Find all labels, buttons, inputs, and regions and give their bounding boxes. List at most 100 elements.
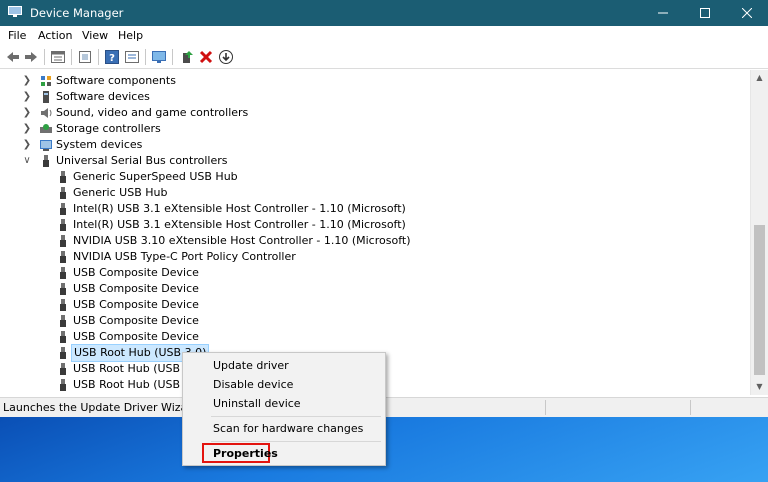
- update-driver-icon[interactable]: [179, 49, 195, 65]
- device-tree: ❯ Software components ❯ Software devices…: [0, 70, 750, 395]
- menu-action[interactable]: Action: [38, 29, 72, 42]
- status-divider: [545, 400, 546, 415]
- chevron-down-icon[interactable]: ∨: [22, 153, 32, 169]
- close-button[interactable]: [726, 0, 768, 26]
- tree-device-item[interactable]: Intel(R) USB 3.1 eXtensible Host Control…: [0, 201, 740, 217]
- minimize-button[interactable]: [642, 0, 684, 26]
- usb-device-icon: [60, 235, 66, 247]
- usb-device-icon: [60, 331, 66, 343]
- usb-device-icon: [60, 379, 66, 391]
- usb-device-icon: [60, 283, 66, 295]
- forward-arrow-icon[interactable]: [23, 49, 39, 65]
- menu-view[interactable]: View: [82, 29, 108, 42]
- status-divider: [690, 400, 691, 415]
- tree-device-item[interactable]: USB Composite Device: [0, 297, 740, 313]
- toolbar-separator: [71, 49, 72, 65]
- tree-item-label: USB Composite Device: [73, 266, 199, 279]
- chevron-right-icon[interactable]: ❯: [22, 121, 32, 137]
- scrollbar-thumb[interactable]: [754, 225, 765, 375]
- tree-category-usb-controllers[interactable]: ∨ Universal Serial Bus controllers: [0, 153, 740, 169]
- maximize-button[interactable]: [684, 0, 726, 26]
- toolbar-separator: [145, 49, 146, 65]
- puzzle-icon: [41, 76, 51, 86]
- menu-file[interactable]: File: [8, 29, 26, 42]
- tree-device-item[interactable]: Generic USB Hub: [0, 185, 740, 201]
- uninstall-x-icon[interactable]: [198, 49, 214, 65]
- scroll-up-arrow-icon[interactable]: ▲: [751, 70, 768, 86]
- chevron-right-icon[interactable]: ❯: [22, 73, 32, 89]
- close-icon: [742, 8, 752, 18]
- tree-item-label: USB Composite Device: [73, 314, 199, 327]
- storage-icon: [40, 124, 52, 133]
- usb-device-icon: [60, 315, 66, 327]
- chevron-right-icon[interactable]: ❯: [22, 89, 32, 105]
- tree-device-item[interactable]: NVIDIA USB 3.10 eXtensible Host Controll…: [0, 233, 740, 249]
- tree-category-software-devices[interactable]: ❯ Software devices: [0, 89, 740, 105]
- context-menu: Update driver Disable device Uninstall d…: [182, 352, 386, 466]
- devices-view-icon[interactable]: [124, 49, 140, 65]
- window-title: Device Manager: [30, 6, 124, 20]
- properties-pane-icon[interactable]: [50, 49, 66, 65]
- menu-help[interactable]: Help: [118, 29, 143, 42]
- tree-category-sound-video-game[interactable]: ❯ Sound, video and game controllers: [0, 105, 740, 121]
- tree-item-label: USB Composite Device: [73, 330, 199, 343]
- help-icon[interactable]: ?: [104, 49, 120, 65]
- tree-device-item[interactable]: USB Composite Device: [0, 265, 740, 281]
- back-arrow-icon[interactable]: [5, 49, 21, 65]
- chevron-right-icon[interactable]: ❯: [22, 105, 32, 121]
- svg-text:?: ?: [109, 53, 115, 64]
- menu-bar: File Action View Help: [0, 26, 768, 46]
- usb-device-icon: [60, 363, 66, 375]
- usb-device-icon: [60, 203, 66, 215]
- vertical-scrollbar[interactable]: ▲ ▼: [750, 70, 768, 395]
- usb-device-icon: [60, 187, 66, 199]
- maximize-icon: [700, 8, 710, 18]
- tree-device-item[interactable]: Generic SuperSpeed USB Hub: [0, 169, 740, 185]
- grid-icon[interactable]: [77, 49, 93, 65]
- system-icon: [40, 140, 52, 151]
- tree-category-storage-controllers[interactable]: ❯ Storage controllers: [0, 121, 740, 137]
- menu-item-properties[interactable]: Properties: [213, 447, 278, 460]
- tree-device-item[interactable]: USB Composite Device: [0, 329, 740, 345]
- tree-item-label: NVIDIA USB 3.10 eXtensible Host Controll…: [73, 234, 411, 247]
- menu-item-disable-device[interactable]: Disable device: [213, 378, 293, 391]
- tree-item-label: System devices: [56, 138, 143, 151]
- toolbar-separator: [44, 49, 45, 65]
- toolbar: ?: [0, 46, 768, 69]
- tree-category-system-devices[interactable]: ❯ System devices: [0, 137, 740, 153]
- menu-separator: [211, 441, 381, 442]
- tree-item-label: Generic USB Hub: [73, 186, 168, 199]
- tree-item-label: Intel(R) USB 3.1 eXtensible Host Control…: [73, 218, 406, 231]
- tree-device-item[interactable]: USB Composite Device: [0, 313, 740, 329]
- usb-device-icon: [60, 171, 66, 183]
- tree-device-item[interactable]: Intel(R) USB 3.1 eXtensible Host Control…: [0, 217, 740, 233]
- tree-category-software-components[interactable]: ❯ Software components: [0, 73, 740, 89]
- usb-device-icon: [60, 347, 66, 359]
- usb-device-icon: [60, 219, 66, 231]
- usb-device-icon: [60, 251, 66, 263]
- chevron-right-icon[interactable]: ❯: [22, 137, 32, 153]
- menu-separator: [211, 416, 381, 417]
- monitor-scan-icon[interactable]: [151, 49, 167, 65]
- menu-item-uninstall-device[interactable]: Uninstall device: [213, 397, 301, 410]
- tree-item-label: Sound, video and game controllers: [56, 106, 249, 119]
- menu-item-scan-hardware[interactable]: Scan for hardware changes: [213, 422, 363, 435]
- toolbar-separator: [98, 49, 99, 65]
- tree-item-label: Generic SuperSpeed USB Hub: [73, 170, 238, 183]
- scroll-down-arrow-icon[interactable]: ▼: [751, 379, 768, 395]
- tree-device-item[interactable]: USB Composite Device: [0, 281, 740, 297]
- tree-item-label: Software components: [56, 74, 176, 87]
- tree-item-label: Intel(R) USB 3.1 eXtensible Host Control…: [73, 202, 406, 215]
- menu-item-update-driver[interactable]: Update driver: [213, 359, 289, 372]
- device-manager-icon: [8, 6, 22, 17]
- speaker-icon: [41, 108, 52, 118]
- download-circle-icon[interactable]: [218, 49, 234, 65]
- tree-item-label: USB Composite Device: [73, 298, 199, 311]
- tree-item-label: Universal Serial Bus controllers: [56, 154, 228, 167]
- tree-item-label: USB Composite Device: [73, 282, 199, 295]
- usb-icon: [43, 155, 49, 167]
- chip-icon: [43, 91, 49, 103]
- usb-device-icon: [60, 299, 66, 311]
- tree-device-item[interactable]: NVIDIA USB Type-C Port Policy Controller: [0, 249, 740, 265]
- tree-item-label: Software devices: [56, 90, 150, 103]
